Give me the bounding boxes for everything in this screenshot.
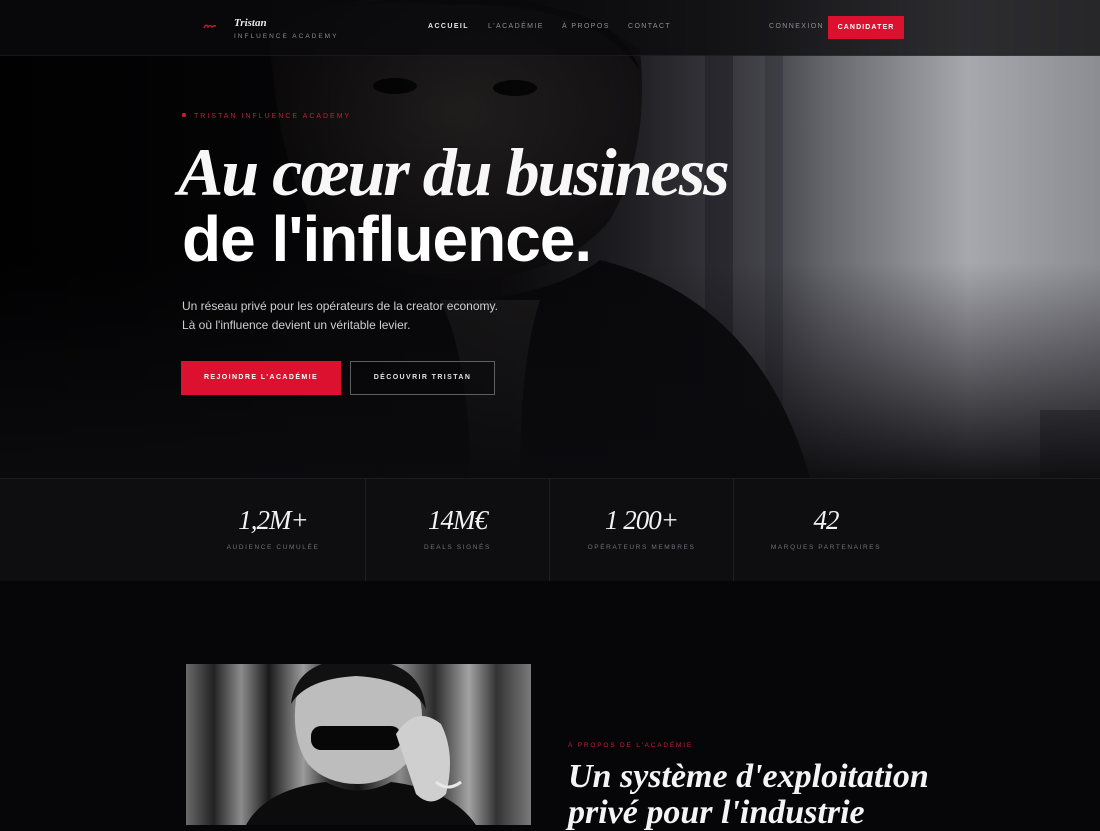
hero-lead-line-1: Un réseau privé pour les opérateurs de l… <box>182 299 498 313</box>
hero-lead-line-2: Là où l'influence devient un véritable l… <box>182 318 411 332</box>
about-portrait-photo <box>186 664 531 825</box>
stat-value: 42 <box>813 505 840 535</box>
stat-value: 1 200+ <box>605 505 679 535</box>
stat-label: MARQUES PARTENAIRES <box>770 544 882 551</box>
hero-kicker-text: TRISTAN INFLUENCE ACADEMY <box>194 113 352 120</box>
stat-value: 1,2M+ <box>238 505 308 535</box>
red-dot-icon <box>182 113 186 117</box>
hero-lead: Un réseau privé pour les opérateurs de l… <box>182 297 582 335</box>
candidater-button[interactable]: CANDIDATER <box>828 16 904 39</box>
stat-label: AUDIENCE CUMULÉE <box>226 544 320 551</box>
join-academy-button[interactable]: REJOINDRE L'ACADÉMIE <box>181 361 341 395</box>
about-section: À PROPOS DE L'ACADÉMIE Un système d'expl… <box>0 581 1100 831</box>
hero-headline-bold: de l'influence. <box>182 203 592 275</box>
about-title: Un système d'exploitation privé pour l'i… <box>568 759 929 831</box>
top-navbar: Tristan INFLUENCE ACADEMY ACCUEIL L'ACAD… <box>0 0 1100 56</box>
stat-audience: 1,2M+ AUDIENCE CUMULÉE <box>181 479 365 582</box>
brand-name[interactable]: Tristan <box>234 17 267 29</box>
stat-value: 14M€ <box>428 505 488 535</box>
login-link[interactable]: CONNEXION <box>769 23 824 30</box>
stats-bar: 1,2M+ AUDIENCE CUMULÉE 14M€ DEALS SIGNÉS… <box>0 478 1100 583</box>
nav-link-academie[interactable]: L'ACADÉMIE <box>488 23 544 30</box>
stat-brands: 42 MARQUES PARTENAIRES <box>734 479 918 582</box>
stat-members: 1 200+ OPÉRATEURS MEMBRES <box>550 479 733 582</box>
about-title-line-1: Un système d'exploitation <box>568 758 929 795</box>
hero-headline-italic: Au cœur du business <box>178 134 730 210</box>
stat-label: OPÉRATEURS MEMBRES <box>587 544 696 551</box>
nav-link-a-propos[interactable]: À PROPOS <box>562 23 610 30</box>
brand-signature-icon <box>203 24 217 29</box>
hero-kicker: TRISTAN INFLUENCE ACADEMY <box>182 113 351 120</box>
brand-subtitle: INFLUENCE ACADEMY <box>234 33 339 40</box>
discover-tristan-button[interactable]: DÉCOUVRIR TRISTAN <box>350 361 495 395</box>
nav-link-accueil[interactable]: ACCUEIL <box>428 23 469 30</box>
about-kicker: À PROPOS DE L'ACADÉMIE <box>568 742 694 749</box>
nav-link-contact[interactable]: CONTACT <box>628 23 671 30</box>
stat-label: DEALS SIGNÉS <box>424 544 491 551</box>
about-title-line-2: privé pour l'industrie <box>568 794 865 831</box>
stat-deals: 14M€ DEALS SIGNÉS <box>366 479 549 582</box>
hero-section: Tristan INFLUENCE ACADEMY ACCUEIL L'ACAD… <box>0 0 1100 478</box>
